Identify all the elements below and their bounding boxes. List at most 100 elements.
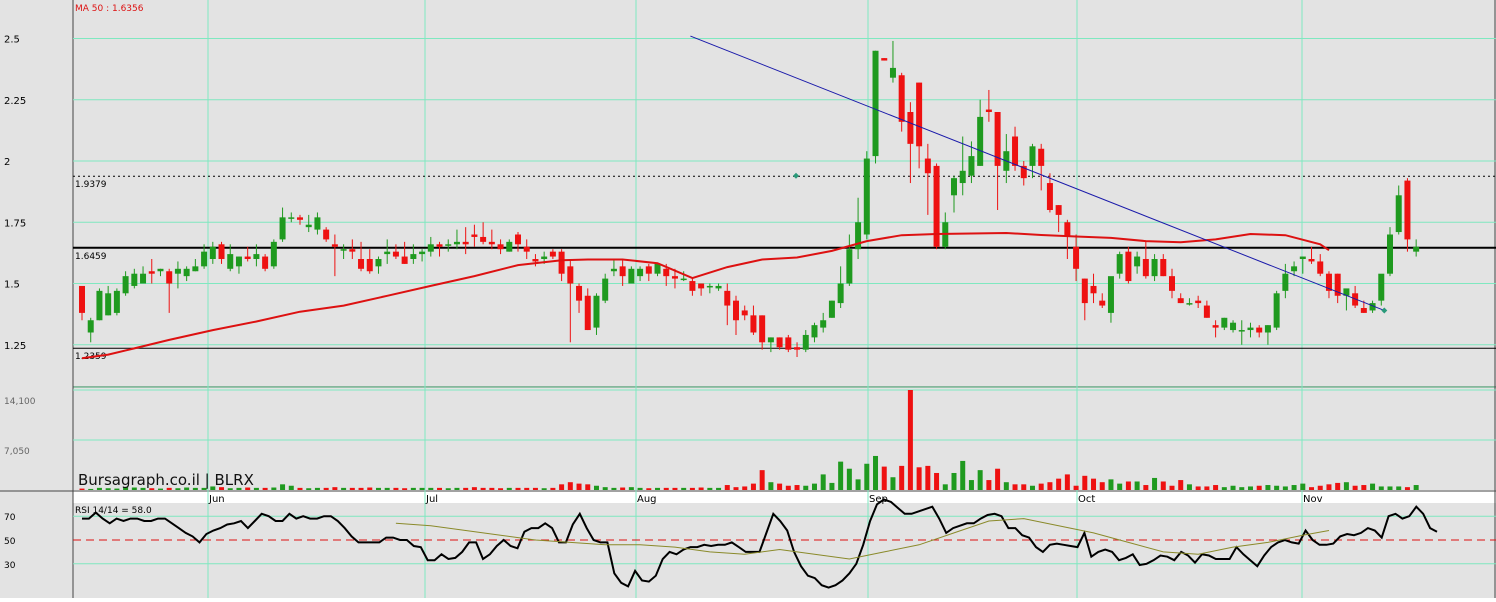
volume-bar <box>1282 486 1288 490</box>
chart-canvas: 1.93791.64591.2359 2.52.2521.751.51.2514… <box>0 0 1496 598</box>
volume-bar <box>620 487 626 490</box>
volume-bar <box>410 487 416 490</box>
candle-body <box>541 256 548 259</box>
candle-body <box>654 263 661 274</box>
volume-bar <box>1204 486 1210 490</box>
candle-body <box>1134 256 1141 267</box>
candle-body <box>759 315 766 343</box>
volume-bar <box>428 487 434 490</box>
candle-body <box>584 295 591 331</box>
volume-bar <box>358 487 364 490</box>
volume-bar <box>1178 480 1184 490</box>
candle-body <box>105 293 112 316</box>
volume-bar <box>873 455 879 490</box>
price-tick-label: 1.5 <box>4 280 20 291</box>
candle <box>270 239 277 269</box>
volume-bar <box>602 487 608 490</box>
price-panel-bg <box>73 0 1496 387</box>
candle-body <box>506 241 513 252</box>
volume-bar <box>532 487 538 490</box>
candle <box>785 334 792 353</box>
candle-body <box>1073 246 1080 269</box>
volume-bar <box>384 487 390 490</box>
candle-body <box>1125 251 1132 282</box>
volume-bar <box>803 485 809 490</box>
volume-bar <box>437 487 443 490</box>
volume-bar <box>681 487 687 490</box>
candle-body <box>1081 278 1088 304</box>
volume-bar <box>1326 484 1332 490</box>
volume-bar <box>855 479 861 490</box>
volume-bar <box>611 487 617 490</box>
candle-body <box>1247 327 1254 331</box>
candle-body <box>480 236 487 242</box>
volume-tick-label: 7,050 <box>4 447 30 457</box>
volume-bar <box>838 461 844 490</box>
volume-bar <box>925 465 931 490</box>
candle <box>1125 246 1132 284</box>
candle-body <box>227 254 234 269</box>
candle-body <box>741 310 748 316</box>
volume-bar <box>498 488 504 490</box>
volume-bar <box>393 487 399 490</box>
volume-bar <box>1186 484 1192 490</box>
volume-bar <box>1134 481 1140 490</box>
candle-body <box>157 268 164 272</box>
volume-bar <box>759 470 765 490</box>
candle-body <box>1038 148 1045 166</box>
candle-body <box>1212 325 1219 328</box>
volume-bar <box>1021 484 1027 490</box>
candle-body <box>637 268 644 277</box>
candle-body <box>1317 261 1324 274</box>
candle-body <box>1308 259 1315 262</box>
volume-bar <box>559 484 565 490</box>
volume-bar <box>986 480 992 490</box>
volume-bar <box>1413 485 1419 490</box>
volume-bar <box>445 488 451 490</box>
candle-body <box>471 234 478 237</box>
volume-bar <box>1221 487 1227 490</box>
candle-body <box>846 249 853 284</box>
candle-body <box>1291 266 1298 272</box>
candle-body <box>427 244 434 252</box>
candle-body <box>79 285 85 313</box>
volume-bar <box>1247 486 1253 490</box>
candle-body <box>1099 300 1106 306</box>
volume-bar <box>733 487 739 490</box>
candle-body <box>1160 259 1167 277</box>
volume-bar <box>1038 483 1044 490</box>
candle-body <box>1177 298 1184 304</box>
volume-bar <box>628 487 634 490</box>
volume-bar <box>820 474 826 490</box>
candle <box>113 288 120 316</box>
volume-bar <box>1239 487 1245 490</box>
candle-body <box>1378 273 1385 301</box>
candle-body <box>1221 317 1228 328</box>
stock-chart: 1.9379 1.6459 1.2359 2.5 2.25 2 1.75 1.5 1.25 14… <box>0 0 1496 598</box>
volume-bar <box>280 484 286 490</box>
volume-bar <box>1056 478 1062 490</box>
candle-body <box>916 82 923 147</box>
volume-bar <box>829 482 835 490</box>
volume-bar <box>881 466 887 490</box>
volume-bar <box>968 480 974 490</box>
candle-body <box>436 244 443 247</box>
candle-body <box>872 50 879 157</box>
volume-bar <box>655 487 661 490</box>
candle-body <box>811 325 818 338</box>
volume-bar <box>1082 475 1088 490</box>
volume-bar <box>541 488 547 490</box>
candle-body <box>881 58 888 61</box>
candle-body <box>802 334 809 350</box>
volume-bar <box>1152 477 1158 490</box>
candle <box>933 163 940 250</box>
volume-bar <box>463 487 469 490</box>
volume-bar <box>332 487 338 490</box>
candle-body <box>1090 285 1097 294</box>
volume-bar <box>794 485 800 490</box>
candle-body <box>706 285 713 288</box>
volume-bar <box>480 487 486 490</box>
candle-body <box>889 67 896 78</box>
candle-body <box>235 256 242 267</box>
candle-body <box>820 320 827 328</box>
